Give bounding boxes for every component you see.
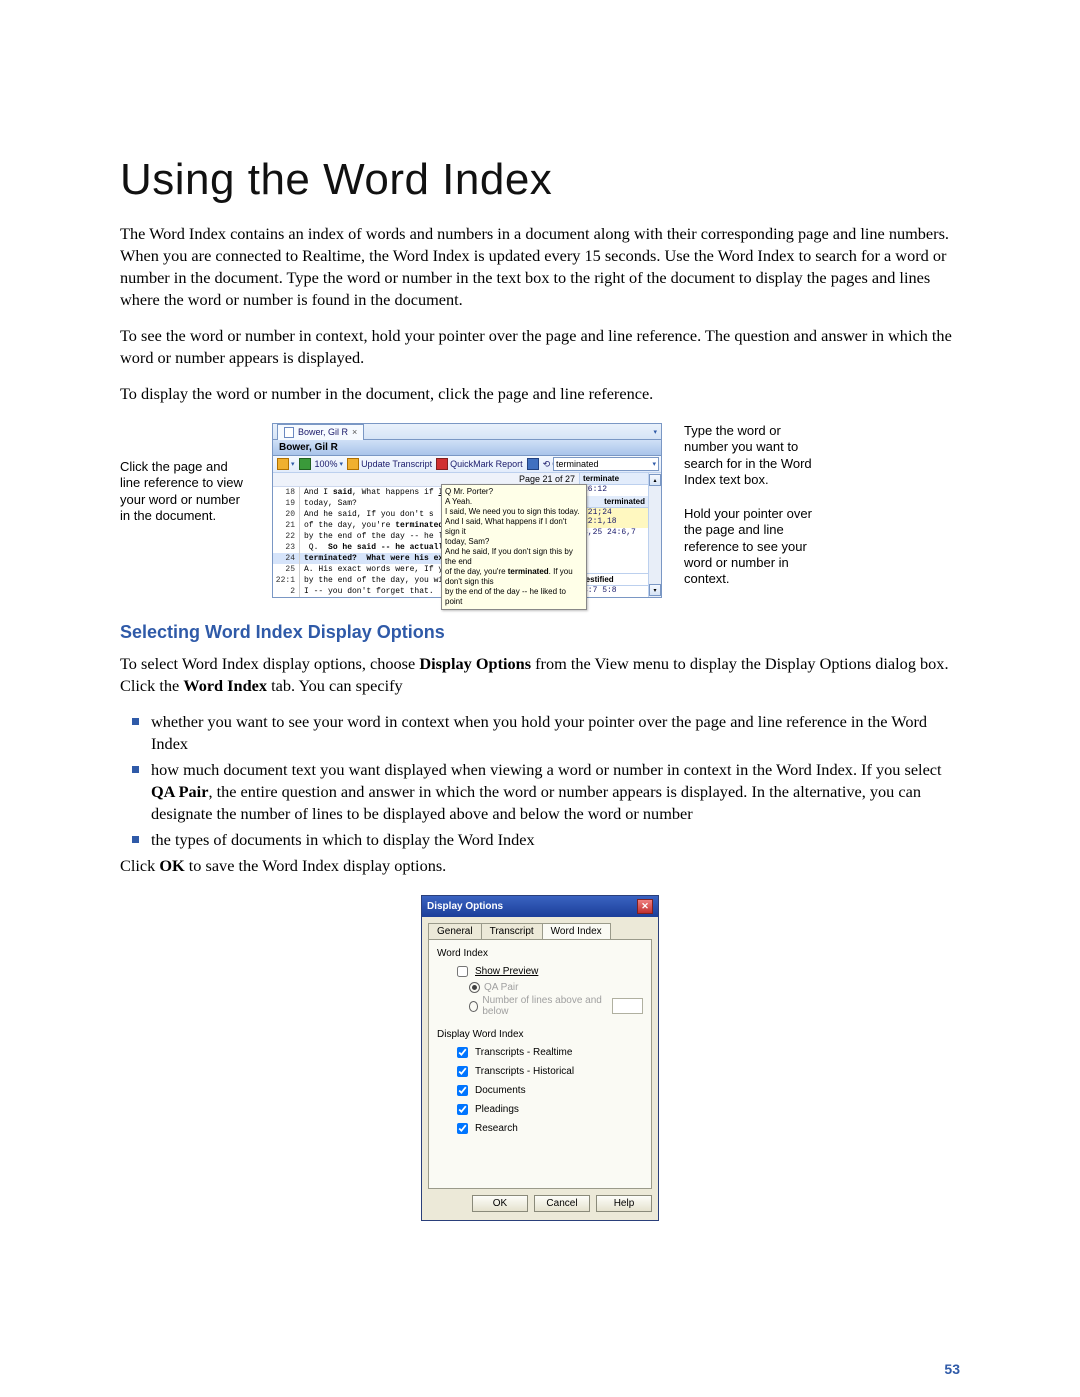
- section-paragraph: To select Word Index display options, ch…: [120, 653, 960, 697]
- window-tabbar: Bower, Gil R × ▾: [273, 424, 661, 440]
- show-preview-checkbox[interactable]: Show Preview: [453, 963, 643, 980]
- callout-right-1: Type the word or number you want to sear…: [684, 423, 822, 488]
- opt-transcripts-realtime[interactable]: Transcripts - Realtime: [453, 1044, 643, 1061]
- tab-word-index[interactable]: Word Index: [542, 923, 611, 939]
- line-number: 25: [273, 564, 300, 575]
- index-entry-refs[interactable]: 3:7 5:8: [580, 586, 648, 597]
- opt-documents[interactable]: Documents: [453, 1082, 643, 1099]
- scroll-down-icon[interactable]: ▾: [649, 584, 661, 596]
- app-window: Bower, Gil R × ▾ Bower, Gil R ▾ 100%▾ Up…: [272, 423, 662, 598]
- page-title: Using the Word Index: [120, 155, 960, 205]
- close-icon[interactable]: ×: [352, 427, 357, 437]
- dialog-buttons: OK Cancel Help: [422, 1195, 658, 1220]
- line-number: 21: [273, 520, 300, 531]
- transcript-panel: Page 21 of 27 18And I said, What happens…: [273, 473, 579, 597]
- document-tab[interactable]: Bower, Gil R ×: [277, 424, 364, 440]
- cancel-button[interactable]: Cancel: [534, 1195, 590, 1212]
- display-options-dialog: Display Options ✕ General Transcript Wor…: [421, 895, 659, 1221]
- bullet-icon: [132, 718, 139, 725]
- index-entry-header[interactable]: testified: [580, 573, 648, 586]
- ok-button[interactable]: OK: [472, 1195, 528, 1212]
- document-tab-label: Bower, Gil R: [298, 427, 348, 437]
- toolbar-icon[interactable]: [527, 458, 539, 470]
- line-number: 22:1: [273, 575, 300, 586]
- list-item: whether you want to see your word in con…: [120, 711, 960, 755]
- list-item: how much document text you want displaye…: [120, 759, 960, 825]
- bullet-icon: [132, 766, 139, 773]
- word-index-search-input[interactable]: terminated ▾: [553, 457, 659, 471]
- line-number: 23: [273, 542, 300, 553]
- dialog-titlebar: Display Options ✕: [422, 896, 658, 917]
- scroll-up-icon[interactable]: ▴: [649, 474, 661, 486]
- num-lines-radio[interactable]: Number of lines above and below: [469, 995, 643, 1017]
- chevron-down-icon[interactable]: ▾: [652, 460, 656, 468]
- index-entry-header[interactable]: terminate: [580, 473, 648, 485]
- toolbar-style-button[interactable]: [299, 458, 311, 470]
- callout-right: Type the word or number you want to sear…: [684, 423, 822, 587]
- num-lines-input[interactable]: [612, 998, 643, 1014]
- line-number: 2: [273, 586, 300, 597]
- bullet-icon: [132, 836, 139, 843]
- help-button[interactable]: Help: [596, 1195, 652, 1212]
- index-entry-header[interactable]: ▴terminated: [580, 496, 648, 508]
- qa-pair-radio[interactable]: QA Pair: [469, 982, 643, 993]
- tab-general[interactable]: General: [428, 923, 482, 939]
- line-text: I -- you don't forget that.: [300, 586, 434, 597]
- zoom-level[interactable]: 100%▾: [315, 459, 344, 469]
- index-entry-refs[interactable]: 3,25 24:6,7: [580, 528, 648, 539]
- tab-overflow-icon[interactable]: ▾: [653, 428, 657, 436]
- update-transcript-button[interactable]: Update Transcript: [347, 458, 432, 470]
- line-text: today, Sam?: [300, 498, 357, 509]
- close-icon[interactable]: ✕: [637, 899, 653, 914]
- word-index-panel: terminate 26:12 ▴terminated ;21;24 22:1,…: [579, 473, 648, 597]
- intro-paragraph-1: The Word Index contains an index of word…: [120, 223, 960, 311]
- index-entry-refs[interactable]: 26:12: [580, 485, 648, 496]
- page-number: 53: [944, 1361, 960, 1377]
- closing-paragraph: Click OK to save the Word Index display …: [120, 855, 960, 877]
- section-heading: Selecting Word Index Display Options: [120, 622, 960, 643]
- line-number: 19: [273, 498, 300, 509]
- line-text: Q. So he said -- he actually sa: [300, 542, 462, 553]
- dialog-pane: Word Index Show Preview QA Pair Number o…: [428, 939, 652, 1189]
- tab-transcript[interactable]: Transcript: [481, 923, 543, 939]
- index-entry-refs[interactable]: ;21;24 22:1,18: [580, 508, 648, 528]
- callout-left: Click the page and line reference to vie…: [120, 423, 250, 524]
- intro-paragraph-3: To display the word or number in the doc…: [120, 383, 960, 405]
- toolbar: ▾ 100%▾ Update Transcript QuickMark Repo…: [273, 456, 661, 473]
- line-number: 18: [273, 487, 300, 498]
- group-label: Display Word Index: [437, 1029, 643, 1040]
- context-tooltip: Q Mr. Porter? A Yeah. I said, We need yo…: [441, 484, 587, 610]
- dialog-title: Display Options: [427, 901, 503, 912]
- window-titlebar: Bower, Gil R: [273, 440, 661, 456]
- line-number: 20: [273, 509, 300, 520]
- intro-paragraph-2: To see the word or number in context, ho…: [120, 325, 960, 369]
- figure-transcript-window: Click the page and line reference to vie…: [120, 423, 960, 598]
- line-number: 22: [273, 531, 300, 542]
- quickmark-report-button[interactable]: QuickMark Report: [436, 458, 523, 470]
- line-number: 24: [273, 553, 300, 564]
- list-item: the types of documents in which to displ…: [120, 829, 960, 851]
- opt-transcripts-historical[interactable]: Transcripts - Historical: [453, 1063, 643, 1080]
- callout-right-2: Hold your pointer over the page and line…: [684, 506, 822, 587]
- opt-pleadings[interactable]: Pleadings: [453, 1101, 643, 1118]
- document-icon: [284, 427, 294, 438]
- line-text: A. His exact words were, If yo: [300, 564, 448, 575]
- opt-research[interactable]: Research: [453, 1120, 643, 1137]
- scrollbar[interactable]: ▴ ▾: [648, 473, 661, 597]
- line-text: And he said, If you don't s: [300, 509, 434, 520]
- dialog-tabs: General Transcript Word Index: [422, 917, 658, 939]
- search-value: terminated: [556, 459, 599, 469]
- group-label: Word Index: [437, 948, 643, 959]
- toolbar-view-button[interactable]: ▾: [277, 458, 295, 470]
